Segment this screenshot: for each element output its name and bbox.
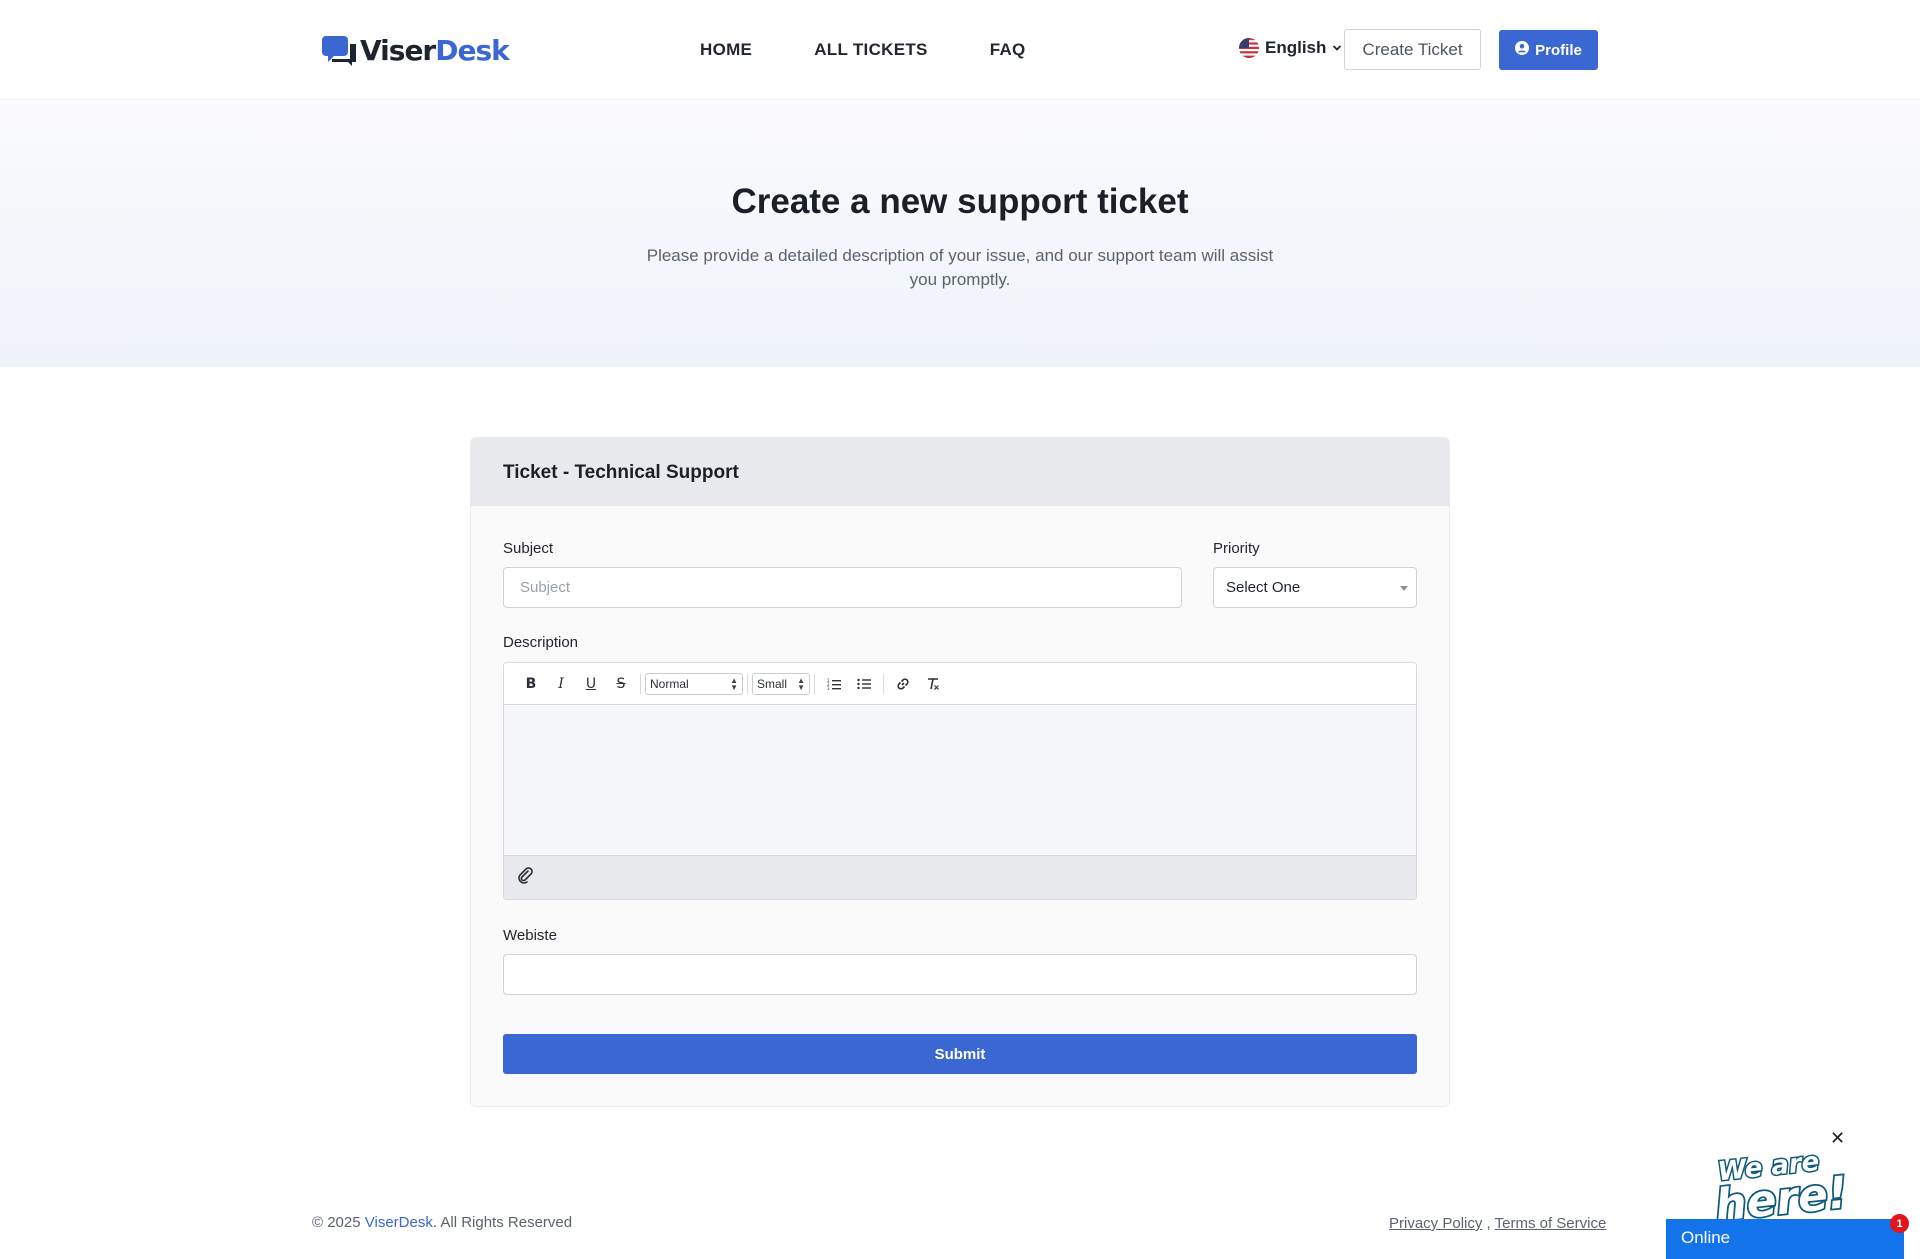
toolbar-divider xyxy=(814,673,815,694)
nav-home[interactable]: HOME xyxy=(700,40,752,60)
size-select-value: Small xyxy=(757,676,788,691)
site-header: ViserDesk HOME ALL TICKETS FAQ English C… xyxy=(0,0,1920,100)
us-flag-icon xyxy=(1239,38,1259,58)
italic-button[interactable]: I xyxy=(546,672,576,696)
language-label: English xyxy=(1265,38,1327,57)
header-select-value: Normal xyxy=(650,676,689,691)
editor-toolbar: B I U S Normal ▲ ▼ Small ▲ ▼ 1 2 3 xyxy=(504,663,1416,705)
card-title: Ticket - Technical Support xyxy=(471,438,1449,506)
footer-links: Privacy Policy , Terms of Service xyxy=(1389,1215,1606,1232)
chat-bubble-logo-icon xyxy=(322,35,358,66)
website-label: Webiste xyxy=(503,927,557,944)
editor-footer xyxy=(504,855,1416,899)
unread-count-badge: 1 xyxy=(1890,1214,1909,1233)
ticket-form-card: Ticket - Technical Support Subject Subje… xyxy=(470,437,1450,1107)
website-input[interactable] xyxy=(503,954,1417,995)
toolbar-divider xyxy=(640,673,641,694)
logo-text: ViserDesk xyxy=(360,34,510,67)
paperclip-icon[interactable] xyxy=(516,866,534,889)
link-icon[interactable] xyxy=(888,672,918,696)
user-circle-icon xyxy=(1515,41,1530,59)
logo[interactable]: ViserDesk xyxy=(322,34,510,67)
bold-button[interactable]: B xyxy=(516,672,546,696)
privacy-policy-link[interactable]: Privacy Policy xyxy=(1389,1215,1482,1232)
language-selector[interactable]: English xyxy=(1239,38,1342,58)
submit-button[interactable]: Submit xyxy=(503,1034,1417,1074)
terms-of-service-link[interactable]: Terms of Service xyxy=(1495,1215,1607,1232)
hero-section: Create a new support ticket Please provi… xyxy=(0,100,1920,367)
priority-select[interactable]: Select One xyxy=(1213,567,1417,608)
nav-all-tickets[interactable]: ALL TICKETS xyxy=(814,40,928,60)
subject-label: Subject xyxy=(503,540,554,557)
priority-label: Priority xyxy=(1213,540,1260,557)
strike-button[interactable]: S xyxy=(606,672,636,696)
chat-status-bar[interactable]: Online xyxy=(1666,1219,1904,1259)
bullet-list-icon[interactable] xyxy=(849,672,879,696)
clear-format-icon[interactable] xyxy=(918,672,948,696)
size-select[interactable]: Small ▲ ▼ xyxy=(752,672,810,695)
updown-arrows-icon: ▲ ▼ xyxy=(797,675,805,692)
toolbar-divider xyxy=(747,673,748,694)
we-are-here-badge[interactable]: We are here! xyxy=(1705,1140,1855,1233)
profile-label: Profile xyxy=(1535,41,1582,59)
underline-button[interactable]: U xyxy=(576,672,606,696)
footer-separator: , xyxy=(1486,1215,1491,1232)
updown-arrows-icon: ▲ ▼ xyxy=(730,675,738,692)
toolbar-divider xyxy=(883,673,884,694)
header-select[interactable]: Normal ▲ ▼ xyxy=(645,672,743,695)
main-nav: HOME ALL TICKETS FAQ xyxy=(700,40,1026,60)
create-ticket-button[interactable]: Create Ticket xyxy=(1344,29,1481,70)
description-editor-area[interactable] xyxy=(504,705,1416,855)
caret-down-icon xyxy=(1400,586,1408,591)
profile-button[interactable]: Profile xyxy=(1499,30,1598,70)
copyright-prefix: © 2025 xyxy=(312,1214,365,1231)
nav-faq[interactable]: FAQ xyxy=(990,40,1026,60)
subject-input[interactable]: Subject xyxy=(503,567,1182,608)
copyright-suffix: . All Rights Reserved xyxy=(432,1214,573,1231)
copyright: © 2025 ViserDesk. All Rights Reserved xyxy=(312,1214,572,1231)
svg-text:3: 3 xyxy=(827,686,830,690)
chevron-down-icon xyxy=(1332,38,1342,58)
priority-selected-value: Select One xyxy=(1226,579,1301,596)
page-title: Create a new support ticket xyxy=(731,182,1189,221)
rich-text-editor: B I U S Normal ▲ ▼ Small ▲ ▼ 1 2 3 xyxy=(503,662,1417,900)
copyright-brand-link[interactable]: ViserDesk xyxy=(365,1214,433,1231)
ordered-list-icon[interactable]: 1 2 3 xyxy=(819,672,849,696)
page-subtitle: Please provide a detailed description of… xyxy=(646,246,1274,289)
description-label: Description xyxy=(503,634,579,651)
